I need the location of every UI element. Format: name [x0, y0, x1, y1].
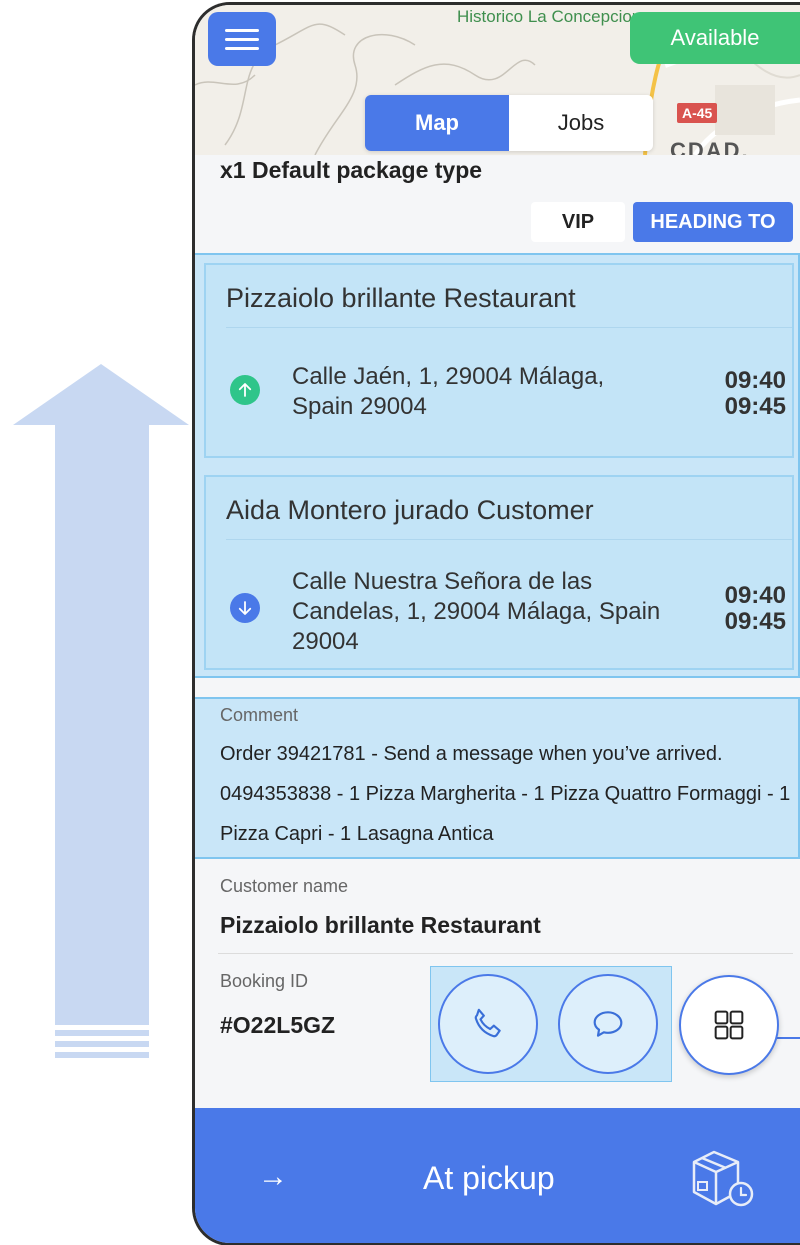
divider [226, 327, 792, 328]
customer-name: Pizzaiolo brillante Restaurant [220, 912, 541, 938]
divider [218, 953, 793, 954]
phone-icon [474, 1008, 501, 1038]
stop-address: Calle Jaén, 1, 29004 Málaga, Spain 29004 [292, 363, 605, 420]
scroll-up-arrow-icon [13, 364, 189, 1058]
time-start: 09:40 [724, 367, 786, 394]
stop-card-pickup[interactable]: Pizzaiolo brillante Restaurant Calle Jaé… [204, 263, 794, 458]
time-end: 09:45 [724, 608, 786, 635]
stop-address: Calle Nuestra Señora de las Candelas, 1,… [292, 568, 661, 655]
message-button[interactable] [558, 974, 658, 1074]
vip-badge: VIP [531, 202, 625, 242]
comment-text: Order 39421781 - Send a message when you… [220, 743, 791, 845]
hamburger-line [225, 46, 259, 50]
booking-id-label: Booking ID [220, 971, 309, 991]
arrow-up-icon [230, 375, 260, 405]
time-end: 09:45 [724, 393, 786, 420]
divider [226, 539, 792, 540]
stop-times: 09:40 09:45 [725, 583, 786, 635]
comment-label: Comment [220, 705, 299, 725]
stop-times: 09:40 09:45 [725, 368, 786, 420]
grid-icon [714, 1010, 744, 1040]
call-button[interactable] [438, 974, 538, 1074]
package-clock-icon[interactable] [688, 1148, 760, 1208]
more-actions-button[interactable] [679, 975, 779, 1075]
comment-section: Comment Order 39421781 - Send a message … [195, 697, 800, 859]
stop-name: Pizzaiolo brillante Restaurant [226, 283, 576, 313]
map-place-label: Historico La Concepcion [457, 7, 642, 26]
package-type: x1 Default package type [220, 157, 483, 183]
customer-name-label: Customer name [220, 876, 349, 896]
booking-id: #O22L5GZ [220, 1012, 336, 1038]
stop-name: Aida Montero jurado Customer [226, 495, 594, 525]
chat-bubble-icon [593, 1011, 623, 1037]
at-pickup-label: At pickup [423, 1160, 555, 1196]
tab-map[interactable]: Map [365, 95, 509, 151]
tab-jobs[interactable]: Jobs [509, 95, 653, 151]
hamburger-line [225, 37, 259, 41]
hamburger-icon [225, 28, 259, 32]
phone-frame: Historico La Concepcion A-45 CDAD. JARD … [192, 2, 800, 1245]
stop-card-dropoff[interactable]: Aida Montero jurado Customer Calle Nuest… [204, 475, 794, 670]
availability-button[interactable]: Available [630, 12, 800, 64]
arrow-right-icon: → [258, 1160, 288, 1193]
view-toggle: Map Jobs [365, 95, 653, 151]
time-start: 09:40 [724, 582, 786, 609]
menu-button[interactable] [208, 12, 276, 66]
map-area-label: CDAD. JARD [670, 138, 750, 155]
status-badge: HEADING TO [633, 202, 793, 242]
map-road-badge: A-45 [677, 103, 718, 123]
arrow-down-icon [230, 593, 260, 623]
